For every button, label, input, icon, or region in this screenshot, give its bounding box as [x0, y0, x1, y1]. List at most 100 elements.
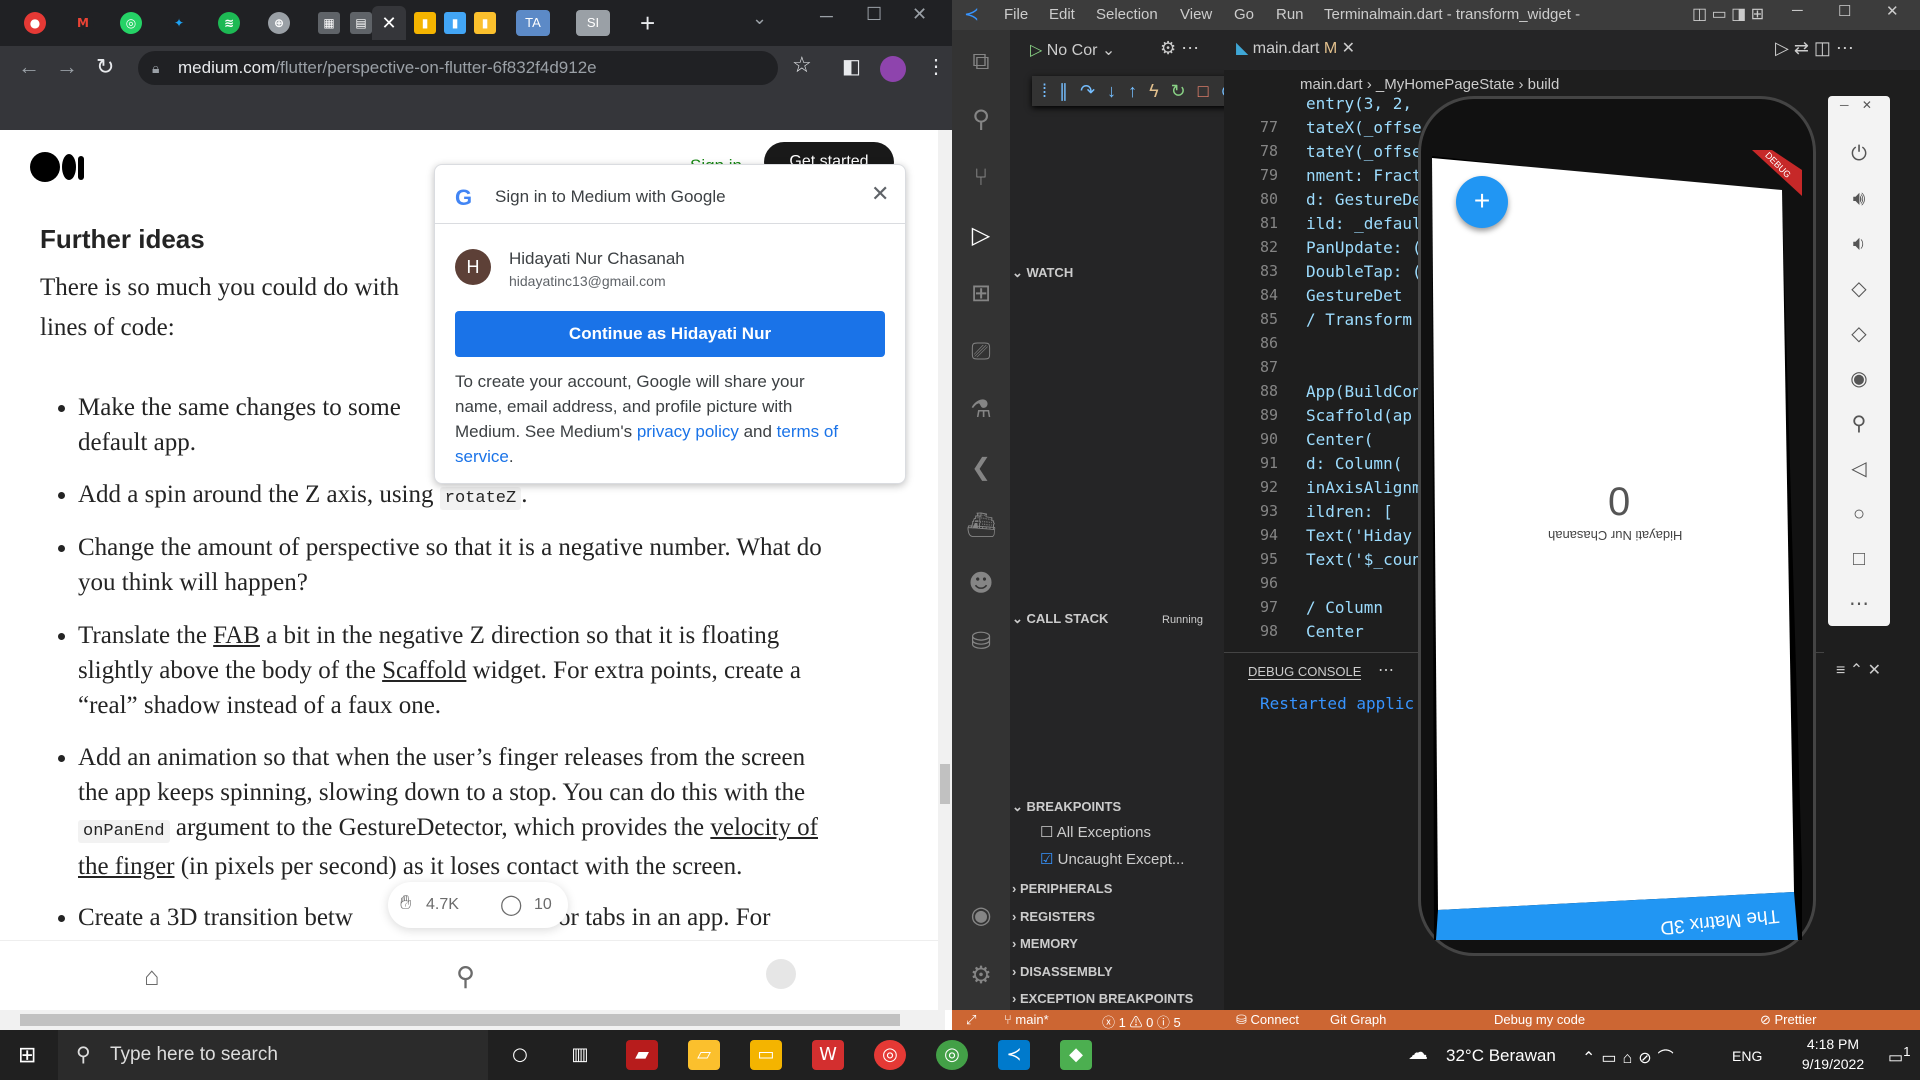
chrome-profile-icon[interactable]: ◎ [936, 1040, 968, 1070]
code-line[interactable]: Center [1306, 622, 1364, 641]
address-bar[interactable]: 🔒︎ medium.com/flutter/perspective-on-flu… [138, 51, 778, 85]
fab-link[interactable]: FAB [213, 622, 260, 649]
language-indicator[interactable]: ENG [1732, 1048, 1762, 1064]
forward-icon[interactable]: → [56, 54, 78, 80]
tab-group-si[interactable]: SI [576, 10, 610, 36]
star-icon[interactable]: ☆ [792, 52, 812, 78]
code-line[interactable]: App(BuildCon [1306, 382, 1422, 401]
code-line[interactable]: DoubleTap: ( [1306, 262, 1422, 281]
service-link[interactable]: service [455, 447, 509, 466]
code-line[interactable]: / Column [1306, 598, 1383, 617]
editor-actions[interactable]: ▷ ⇄ ◫ ⋯ [1775, 38, 1854, 59]
extensions-icon[interactable]: ⊞ [966, 278, 996, 308]
remote-explorer-icon[interactable]: ⎚ [966, 336, 996, 366]
registers-section[interactable]: › REGISTERS [1012, 906, 1222, 928]
task-view-icon[interactable]: ▥ [564, 1040, 596, 1070]
tab-close-icon[interactable]: ✕ [372, 6, 406, 40]
menu-file[interactable]: File [1004, 6, 1028, 23]
code-line[interactable]: Text('$_coun [1306, 550, 1422, 569]
tab-twitter-icon[interactable]: ✦ [168, 12, 190, 34]
vs-maximize-icon[interactable]: ☐ [1838, 2, 1851, 20]
memory-section[interactable]: › MEMORY [1012, 933, 1222, 955]
panel-more-icon[interactable]: ⋯ [1378, 660, 1394, 680]
privacy-link[interactable]: privacy policy [637, 422, 739, 441]
debug-code-item[interactable]: Debug my code [1494, 1012, 1585, 1027]
remote-icon[interactable]: ⤢ [966, 1012, 976, 1028]
terms-link[interactable]: terms of [777, 422, 838, 441]
tab-whatsapp-icon[interactable]: ◎ [120, 12, 142, 34]
search-icon[interactable]: ⚲ [966, 104, 996, 134]
tab-pin3-icon[interactable]: ▮ [474, 12, 496, 34]
sidepanel-icon[interactable]: ◧ [842, 54, 861, 79]
connect-item[interactable]: ⛁ Connect [1236, 1012, 1299, 1028]
bp-all-exceptions[interactable]: ☐ All Exceptions [1040, 823, 1151, 841]
continue-button[interactable]: Continue as Hidayati Nur [455, 311, 885, 357]
profile-avatar[interactable] [880, 56, 906, 82]
git-graph-item[interactable]: Git Graph [1330, 1012, 1386, 1027]
menu-view[interactable]: View [1180, 6, 1212, 23]
code-line[interactable]: d: Column( [1306, 454, 1402, 473]
tab-pin2-icon[interactable]: ▮ [444, 12, 466, 34]
popup-close-icon[interactable]: ✕ [871, 181, 889, 207]
weather-icon[interactable]: ☁ [1408, 1040, 1428, 1065]
fab-add-button[interactable]: + [1456, 176, 1508, 228]
problems-count[interactable]: ⓧ 1 ⚠ 0 ⓘ 5 [1102, 1012, 1181, 1031]
tab-gmail-icon[interactable]: M [72, 12, 94, 34]
run-debug-icon[interactable]: ▷ [966, 220, 996, 250]
code-line[interactable]: tateY(_offse [1306, 142, 1422, 161]
exception-bp-section[interactable]: › EXCEPTION BREAKPOINTS [1012, 988, 1222, 1010]
panel-actions[interactable]: ≡ ⌃ ✕ [1836, 660, 1881, 680]
weather-text[interactable]: 32°C Berawan [1446, 1046, 1556, 1066]
flutter-icon[interactable]: ❮ [966, 452, 996, 482]
menu-terminal[interactable]: Terminal [1324, 6, 1380, 23]
menu-run[interactable]: Run [1276, 6, 1304, 23]
tab-pin1-icon[interactable]: ▮ [414, 12, 436, 34]
vs-close-icon[interactable]: ✕ [1886, 2, 1899, 20]
wps-icon[interactable]: W [812, 1040, 844, 1070]
tab-globe-icon[interactable]: ⊕ [268, 12, 290, 34]
debug-console-tab[interactable]: DEBUG CONSOLE [1248, 664, 1362, 680]
peripherals-section[interactable]: › PERIPHERALS [1012, 878, 1222, 900]
cortana-icon[interactable]: ○ [504, 1040, 536, 1070]
code-line[interactable]: ildren: [ [1306, 502, 1393, 521]
vs-minimize-icon[interactable]: ─ [1792, 2, 1803, 19]
breakpoints-section[interactable]: ⌄ BREAKPOINTS [1012, 796, 1222, 818]
menu-edit[interactable]: Edit [1049, 6, 1075, 23]
user-avatar-icon[interactable] [766, 959, 796, 989]
vertical-scrollbar[interactable] [938, 130, 952, 1010]
code-line[interactable]: d: GestureDe [1306, 190, 1422, 209]
horizontal-scrollbar[interactable] [0, 1010, 945, 1030]
emu-min-icon[interactable]: ─ ✕ [1840, 98, 1872, 112]
settings-gear-icon[interactable]: ⚙ [966, 960, 996, 990]
scaffold-link[interactable]: Scaffold [382, 657, 466, 684]
code-line[interactable]: nment: Fract [1306, 166, 1422, 185]
home-icon[interactable]: ⌂ [144, 961, 160, 992]
app-icon-1[interactable]: ▰ [626, 1040, 658, 1070]
back-icon[interactable]: ← [18, 54, 40, 80]
prettier-item[interactable]: ⊘ Prettier [1760, 1012, 1816, 1028]
code-line[interactable]: Text('Hiday [1306, 526, 1412, 545]
code-line[interactable]: Center( [1306, 430, 1373, 449]
emulator-screen[interactable] [1432, 150, 1802, 940]
velocity-link-2[interactable]: the finger [78, 853, 174, 880]
android-emulator-icon[interactable]: ◆ [1060, 1040, 1092, 1070]
code-line[interactable]: inAxisAlignm [1306, 478, 1422, 497]
source-control-icon[interactable]: ⑂ [966, 162, 996, 192]
tab-search-icon[interactable]: ⌄ [752, 8, 767, 29]
watch-section[interactable]: ⌄ WATCH [1012, 262, 1222, 284]
breadcrumb[interactable]: main.dart › _MyHomePageState › build [1300, 76, 1559, 93]
debug-config-select[interactable]: ▷ No Cor ⌄ [1030, 38, 1150, 64]
menu-icon[interactable]: ⋮ [926, 54, 946, 79]
search-icon[interactable]: ⚲ [456, 961, 475, 992]
account-name[interactable]: Hidayati Nur Chasanah [509, 249, 685, 269]
sticky-notes-icon[interactable]: ▱ [688, 1040, 720, 1070]
menu-selection[interactable]: Selection [1096, 6, 1158, 23]
medium-logo[interactable] [30, 152, 86, 182]
maximize-icon[interactable]: ☐ [866, 4, 882, 25]
minimize-icon[interactable]: ─ [820, 6, 833, 27]
clap-icon[interactable]: ✋︎ [400, 892, 411, 915]
code-line[interactable]: PanUpdate: ( [1306, 238, 1422, 257]
chrome-icon[interactable]: ◎ [874, 1040, 906, 1070]
tab-group-ta[interactable]: TA [516, 10, 550, 36]
testing-icon[interactable]: ⚗ [966, 394, 996, 424]
